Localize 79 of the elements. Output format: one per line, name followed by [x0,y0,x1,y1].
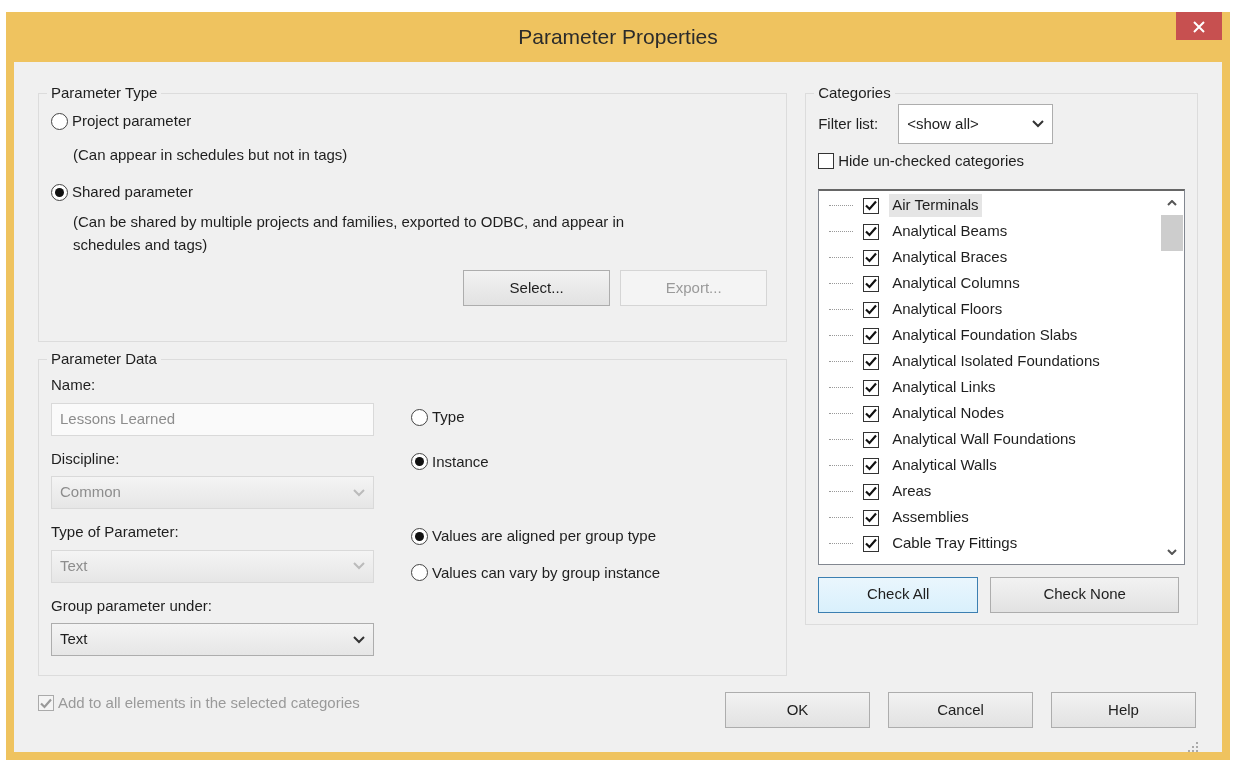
category-item[interactable]: Analytical Walls [889,454,1000,477]
category-item[interactable]: Assemblies [889,506,972,529]
check-icon [865,252,878,263]
check-all-button[interactable]: Check All [818,576,979,613]
resize-grip-icon [1188,742,1198,752]
group-title: Categories [817,84,892,102]
ok-button[interactable]: OK [725,692,870,728]
select-button[interactable]: Select... [463,270,611,307]
radio-option[interactable]: Type [411,406,661,429]
check-icon [865,434,878,445]
radio-option[interactable]: Values are aligned per group type [411,525,661,548]
category-item[interactable]: Areas [889,480,935,503]
scrollbar-thumb[interactable] [1161,214,1183,251]
check-icon [865,512,878,523]
category-checkbox[interactable] [863,457,880,474]
category-item[interactable]: Analytical Floors [889,298,1006,321]
group-title: Parameter Type [50,84,159,102]
scroll-up-icon [1167,199,1177,206]
category-checkbox[interactable] [863,197,880,214]
option-note: (Can be shared by multiple projects and families, exported to ODBC, and appear in schedules and tags) [73,212,626,255]
category-item[interactable]: Analytical Beams [889,220,1011,243]
chevron-down-icon [1032,120,1045,128]
category-item[interactable]: Analytical Links [889,376,999,399]
category-checkbox[interactable] [863,223,880,240]
category-checkbox[interactable] [863,379,880,396]
filter-dropdown[interactable]: <show all> [898,104,1054,144]
category-checkbox[interactable] [863,483,880,500]
check-icon [865,538,878,549]
category-checkbox[interactable] [863,509,880,526]
field-label: Type of Parameter: [51,522,180,542]
dropdown-field[interactable]: Text [51,623,374,656]
category-item[interactable]: Analytical Foundation Slabs [889,324,1081,347]
check-icon [40,697,52,709]
category-item[interactable]: Analytical Isolated Foundations [889,350,1103,373]
check-icon [865,304,878,315]
check-icon [865,226,878,237]
category-item[interactable]: Cable Tray Fittings [889,532,1021,555]
check-icon [865,356,878,367]
radio-option[interactable]: Project parameter [51,110,192,133]
category-item[interactable]: Air Terminals [889,194,982,217]
check-icon [865,408,878,419]
cancel-button[interactable]: Cancel [888,692,1033,728]
category-checkbox[interactable] [863,535,880,552]
scroll-down-icon [1167,548,1177,555]
window-title: Parameter Properties [518,24,718,51]
category-checkbox[interactable] [863,431,880,448]
check-icon [865,278,878,289]
group-title: Parameter Data [50,350,158,368]
filter-label: Filter list: [818,113,879,134]
check-none-button[interactable]: Check None [990,576,1180,613]
check-icon [865,486,878,497]
field-label: Name: [51,375,97,395]
category-checkbox[interactable] [863,327,880,344]
category-checkbox[interactable] [863,275,880,292]
radio-option[interactable]: Instance [411,450,661,473]
category-item[interactable]: Analytical Braces [889,246,1011,269]
category-item[interactable]: Analytical Wall Foundations [889,428,1079,451]
radio-option[interactable]: Values can vary by group instance [411,561,661,584]
radio-option[interactable]: Shared parameter [51,180,193,204]
field-label: Discipline: [51,448,121,469]
category-item[interactable]: Analytical Columns [889,272,1023,295]
option-note: (Can appear in schedules but not in tags) [73,145,349,166]
hide-unchecked-checkbox[interactable]: Hide un-checked categories [818,150,1025,173]
check-icon [865,382,878,393]
close-icon [1193,21,1205,34]
check-icon [865,330,878,341]
check-icon [865,460,878,471]
help-button[interactable]: Help [1051,692,1196,728]
category-checkbox[interactable] [863,353,880,370]
chevron-down-icon [353,635,365,644]
field-label: Group parameter under: [51,595,213,616]
chevron-down-icon [353,488,365,497]
category-checkbox[interactable] [863,249,880,266]
chevron-down-icon [353,562,365,570]
category-checkbox[interactable] [863,301,880,318]
check-icon [865,200,878,211]
category-checkbox[interactable] [863,405,880,422]
close-button[interactable] [1176,12,1222,40]
category-item[interactable]: Analytical Nodes [889,402,1007,425]
